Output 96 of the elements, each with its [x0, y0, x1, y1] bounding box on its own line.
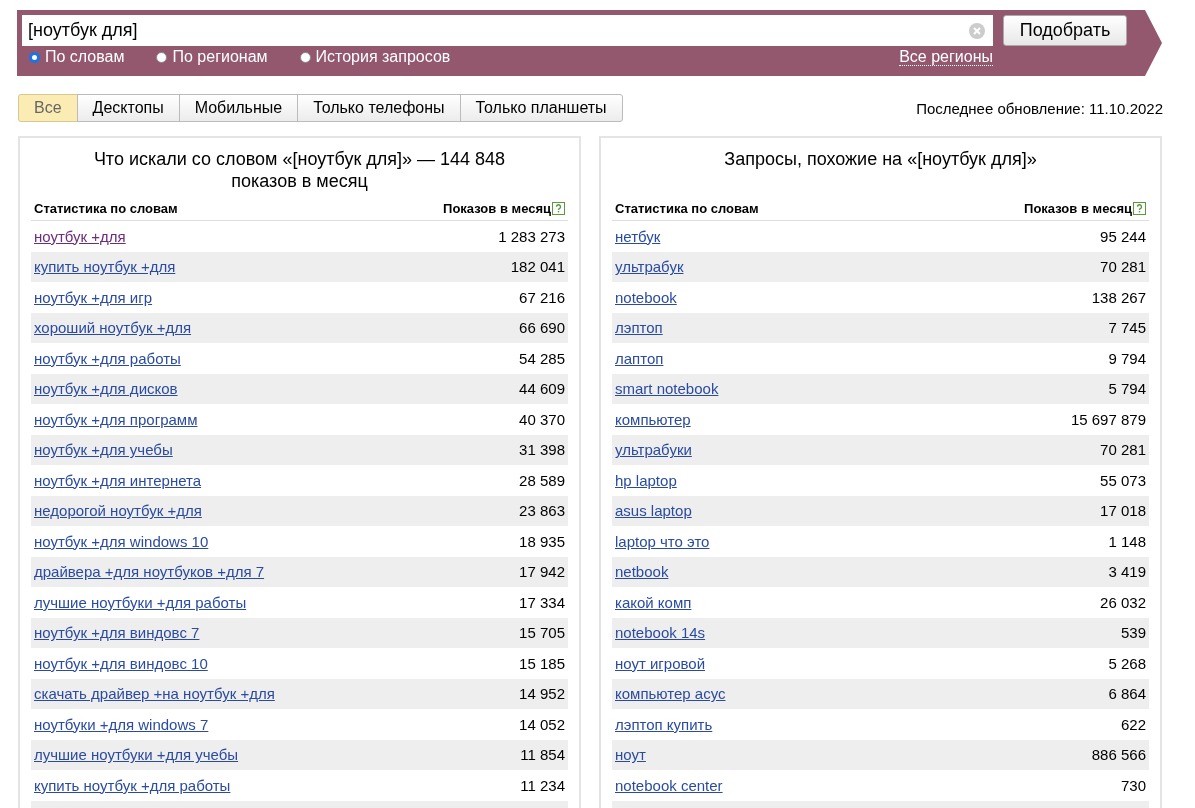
column-header: Статистика по словам [615, 201, 759, 216]
keyword-link[interactable]: ноутбук +для [34, 227, 126, 245]
keyword-link[interactable]: ноут игровой [615, 654, 706, 672]
keyword-link[interactable]: notebook [615, 288, 677, 306]
keyword-link[interactable]: лэптоп [615, 319, 663, 337]
search-field[interactable]: [ноутбук для] [22, 15, 993, 46]
keyword-link[interactable]: компьютер асус [615, 685, 726, 703]
keyword-link[interactable]: компьютер [615, 410, 691, 428]
filter-tab[interactable]: Десктопы [76, 94, 180, 122]
filter-tab[interactable]: Все [18, 94, 78, 122]
count-cell: 28 589 [519, 471, 565, 489]
count-cell: 886 566 [1091, 746, 1146, 764]
keyword-link[interactable]: notebook 14s [615, 624, 706, 642]
keyword-link[interactable]: ноутбук +для учебы [34, 441, 173, 459]
keyword-link[interactable]: купить ноутбук +для [34, 258, 176, 276]
column-header: Показов в месяц [443, 201, 551, 216]
help-icon[interactable] [552, 202, 565, 215]
keyword-link[interactable]: лэптоп купить [615, 715, 713, 733]
count-cell: 15 705 [519, 624, 565, 642]
keyword-link[interactable]: хороший ноутбук +для [34, 319, 192, 337]
column-header: Показов в месяц [1024, 201, 1132, 216]
count-cell: 182 041 [510, 258, 565, 276]
count-cell: 5 268 [1108, 654, 1146, 672]
keyword-link[interactable]: ноутбук +для программ [34, 410, 198, 428]
keyword-link[interactable]: asus laptop [615, 502, 692, 520]
keyword-link[interactable]: ноутбук +для виндовс 7 [34, 624, 200, 642]
count-cell: 44 609 [519, 380, 565, 398]
count-cell: 18 935 [519, 532, 565, 550]
count-cell: 17 334 [519, 593, 565, 611]
count-cell: 40 370 [519, 410, 565, 428]
count-cell: 1 148 [1108, 532, 1146, 550]
count-cell: 23 863 [519, 502, 565, 520]
count-cell: 17 942 [519, 563, 565, 581]
count-cell: 95 244 [1100, 227, 1146, 245]
search-button[interactable]: Подобрать [1003, 15, 1127, 46]
keyword-link[interactable]: недорогой ноутбук +для [34, 502, 202, 520]
count-cell: 55 073 [1100, 471, 1146, 489]
count-cell: 26 032 [1100, 593, 1146, 611]
keyword-link[interactable]: ноутбук +для windows 10 [34, 532, 209, 550]
filter-tab[interactable]: Только планшеты [459, 94, 623, 122]
regions-link[interactable]: Все регионы [899, 48, 993, 66]
count-cell: 730 [1120, 776, 1146, 794]
radio-option[interactable]: По словам [29, 48, 125, 66]
count-cell: 6 864 [1108, 685, 1146, 703]
count-cell: 70 281 [1100, 258, 1146, 276]
count-cell: 15 697 879 [1070, 410, 1146, 428]
count-cell: 138 267 [1091, 288, 1146, 306]
panel-title: Что искали со словом «[ноутбук для]» — 144 848 показов в месяц [92, 148, 507, 192]
keyword-link[interactable]: какой комп [615, 593, 692, 611]
keyword-link[interactable]: лаптоп [615, 349, 664, 367]
keyword-link[interactable]: ультрабук [615, 258, 684, 276]
keyword-link[interactable]: драйвера +для ноутбуков +для 7 [34, 563, 265, 581]
column-header: Статистика по словам [34, 201, 178, 216]
count-cell: 1 283 273 [498, 227, 565, 245]
keyword-link[interactable]: скачать драйвер +на ноутбук +для [34, 685, 275, 703]
keyword-link[interactable]: ноутбук +для интернета [34, 471, 202, 489]
last-update-text: Последнее обновление: 11.10.2022 [916, 99, 1163, 117]
keyword-link[interactable]: ноутбук +для дисков [34, 380, 178, 398]
count-cell: 11 234 [520, 776, 565, 794]
count-cell: 539 [1120, 624, 1146, 642]
keyword-link[interactable]: ноутбук +для виндовс 10 [34, 654, 208, 672]
count-cell: 14 952 [519, 685, 565, 703]
keyword-link[interactable]: лучшие ноутбуки +для работы [34, 593, 247, 611]
panel-title: Запросы, похожие на «[ноутбук для]» [723, 148, 1038, 171]
keyword-link[interactable]: ультрабуки [615, 441, 692, 459]
count-cell: 622 [1120, 715, 1146, 733]
radio-option[interactable]: По регионам [156, 48, 268, 66]
keyword-link[interactable]: smart notebook [615, 380, 719, 398]
keyword-link[interactable]: netbook [615, 563, 669, 581]
count-cell: 17 018 [1100, 502, 1146, 520]
count-cell: 67 216 [519, 288, 565, 306]
keyword-link[interactable]: лучшие ноутбуки +для учебы [34, 746, 239, 764]
count-cell: 66 690 [519, 319, 565, 337]
count-cell: 9 794 [1108, 349, 1146, 367]
keyword-link[interactable]: ноутбук +для работы [34, 349, 181, 367]
count-cell: 70 281 [1100, 441, 1146, 459]
count-cell: 31 398 [519, 441, 565, 459]
keyword-link[interactable]: laptop что это [615, 532, 710, 550]
keyword-link[interactable]: hp laptop [615, 471, 677, 489]
keyword-link[interactable]: купить ноутбук +для работы [34, 776, 231, 794]
count-cell: 15 185 [519, 654, 565, 672]
filter-tab[interactable]: Только телефоны [297, 94, 461, 122]
count-cell: 14 052 [519, 715, 565, 733]
count-cell: 54 285 [519, 349, 565, 367]
keyword-link[interactable]: ноутбуки +для windows 7 [34, 715, 209, 733]
help-icon[interactable] [1133, 202, 1146, 215]
keyword-link[interactable]: notebook center [615, 776, 723, 794]
count-cell: 11 854 [520, 746, 565, 764]
count-cell: 3 419 [1108, 563, 1146, 581]
keyword-link[interactable]: ноутбук +для игр [34, 288, 153, 306]
filter-tab[interactable]: Мобильные [178, 94, 299, 122]
count-cell: 5 794 [1108, 380, 1146, 398]
keyword-link[interactable]: ноут [615, 746, 646, 764]
radio-option[interactable]: История запросов [299, 48, 451, 66]
keyword-link[interactable]: нетбук [615, 227, 661, 245]
count-cell: 7 745 [1108, 319, 1146, 337]
